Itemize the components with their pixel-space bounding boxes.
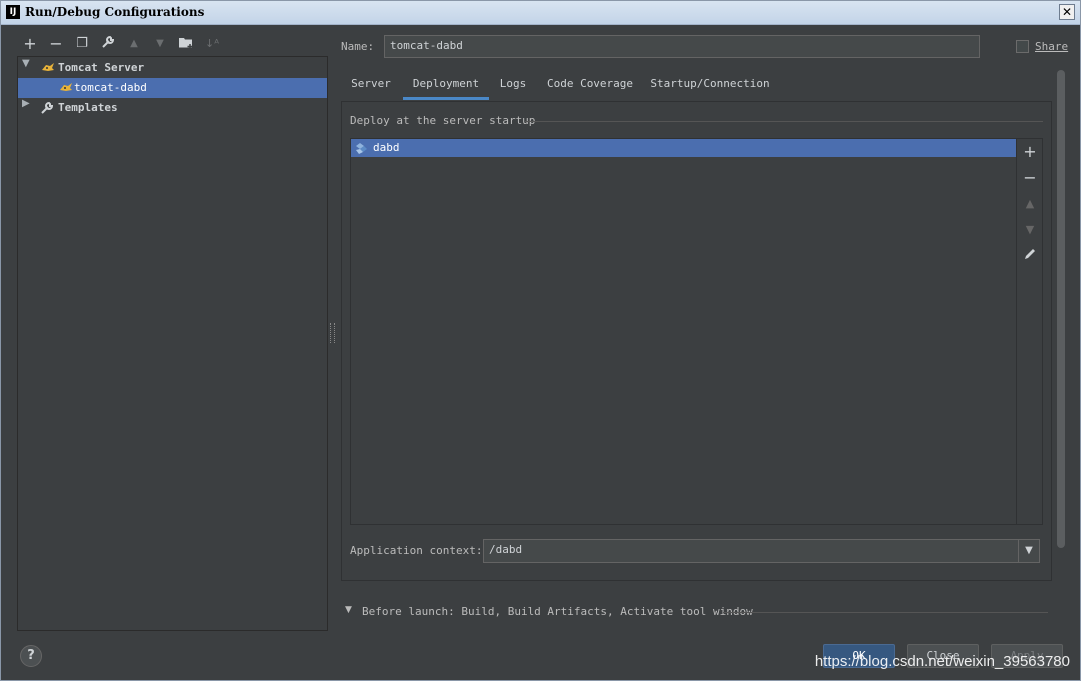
share-label[interactable]: Share xyxy=(1035,40,1068,53)
tree-templates-label: Templates xyxy=(58,101,118,114)
move-down-icon[interactable]: ▼ xyxy=(1021,221,1039,239)
tree-item-label: tomcat-dabd xyxy=(74,81,147,94)
folder-add-icon[interactable] xyxy=(177,35,195,53)
tab-startup-connection[interactable]: Startup/Connection xyxy=(649,72,771,100)
tomcat-icon xyxy=(60,83,72,91)
tomcat-icon xyxy=(42,63,54,71)
move-down-icon[interactable]: ▼ xyxy=(151,35,169,53)
tab-deployment[interactable]: Deployment xyxy=(403,72,489,100)
tab-logs[interactable]: Logs xyxy=(495,72,531,100)
configuration-tree: ▼ Tomcat Server tomcat-dabd ▶ Templates xyxy=(17,56,328,631)
list-item-label: dabd xyxy=(373,141,400,154)
artifact-icon xyxy=(356,143,367,154)
title-bar: IJ Run/Debug Configurations ✕ xyxy=(1,1,1080,25)
watermark-text: https://blog.csdn.net/weixin_39563780 xyxy=(814,653,1070,670)
help-button[interactable]: ? xyxy=(20,645,42,667)
deployment-list[interactable]: dabd xyxy=(350,138,1017,525)
name-input[interactable]: tomcat-dabd xyxy=(384,35,980,58)
before-launch-label[interactable]: Before launch: Build, Build Artifacts, A… xyxy=(362,605,753,618)
application-context-value: /dabd xyxy=(489,543,523,556)
remove-icon[interactable]: − xyxy=(1021,169,1039,187)
intellij-app-icon: IJ xyxy=(6,5,20,19)
add-icon[interactable]: + xyxy=(21,35,39,53)
panel-splitter[interactable] xyxy=(330,323,335,343)
copy-icon[interactable]: ❐ xyxy=(73,35,91,53)
tree-item-tomcat-dabd[interactable]: tomcat-dabd xyxy=(18,78,327,98)
edit-pencil-icon[interactable] xyxy=(1021,247,1039,265)
window-title: Run/Debug Configurations xyxy=(25,5,205,19)
vertical-scrollbar[interactable] xyxy=(1057,70,1065,548)
section-divider xyxy=(723,612,1048,613)
sort-icon[interactable]: ↓ᴬ xyxy=(203,35,221,53)
add-icon[interactable]: + xyxy=(1021,143,1039,161)
move-up-icon[interactable]: ▲ xyxy=(125,35,143,53)
share-checkbox[interactable] xyxy=(1016,40,1029,53)
application-context-label: Application context: xyxy=(350,544,483,557)
chevron-down-icon[interactable]: ▼ xyxy=(1018,540,1039,562)
wrench-icon[interactable] xyxy=(99,35,117,53)
tab-code-coverage[interactable]: Code Coverage xyxy=(543,72,637,100)
window-close-button[interactable]: ✕ xyxy=(1059,4,1075,20)
tree-group-templates[interactable]: ▶ Templates xyxy=(18,98,327,118)
move-up-icon[interactable]: ▲ xyxy=(1021,195,1039,213)
application-context-combo[interactable]: /dabd ▼ xyxy=(483,539,1040,563)
list-item[interactable]: dabd xyxy=(351,139,1016,157)
wrench-icon xyxy=(41,101,54,114)
run-debug-configurations-dialog: IJ Run/Debug Configurations ✕ + − ❐ ▲ ▼ … xyxy=(0,0,1081,681)
section-divider xyxy=(525,121,1043,122)
tree-group-tomcat-server[interactable]: ▼ Tomcat Server xyxy=(18,58,327,78)
expand-arrow-icon[interactable]: ▼ xyxy=(22,58,32,69)
before-launch-collapse-icon[interactable]: ▼ xyxy=(345,605,352,615)
remove-icon[interactable]: − xyxy=(47,35,65,53)
tree-group-label: Tomcat Server xyxy=(58,61,145,74)
deployment-side-toolbar: + − ▲ ▼ xyxy=(1017,138,1043,525)
tab-server[interactable]: Server xyxy=(347,72,395,100)
deploy-section-title: Deploy at the server startup xyxy=(350,114,536,127)
collapse-arrow-icon[interactable]: ▶ xyxy=(22,98,32,109)
name-label: Name: xyxy=(341,40,375,53)
